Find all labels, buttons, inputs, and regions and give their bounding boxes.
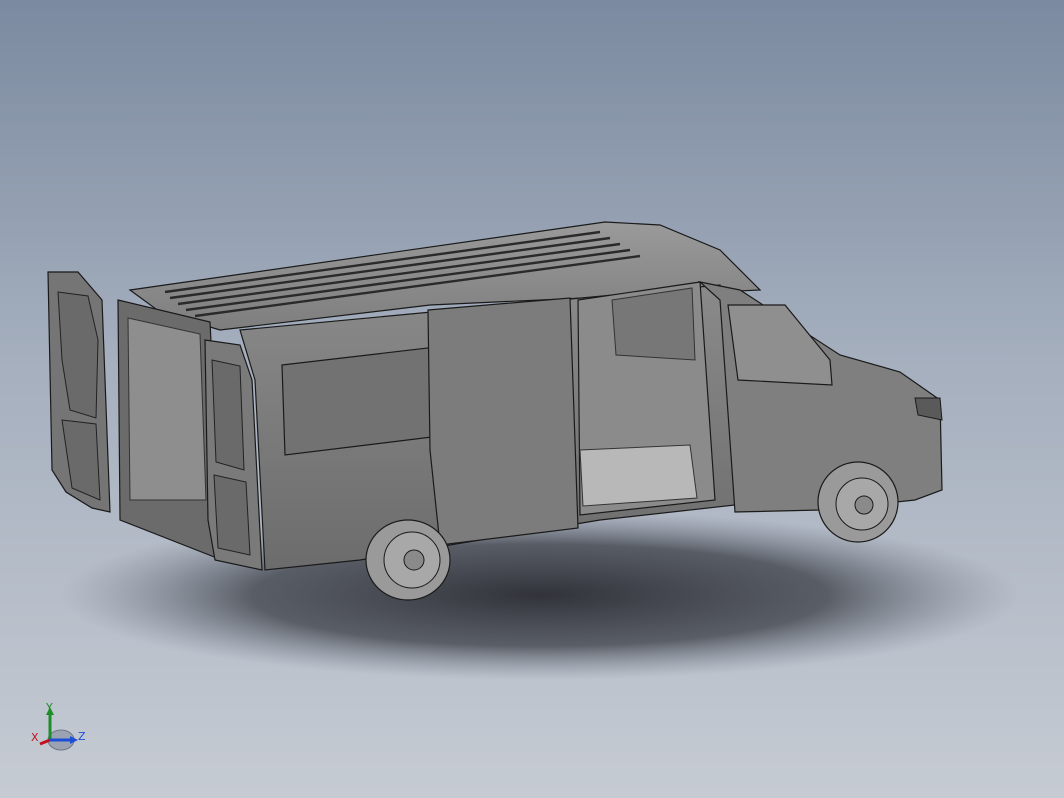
rear-wheel[interactable] xyxy=(365,519,451,601)
triad-axes-icon xyxy=(39,707,78,751)
van-body[interactable] xyxy=(117,221,943,571)
graphics-viewport[interactable]: X Y Z xyxy=(0,0,1064,798)
triad-y-label: Y xyxy=(46,701,53,714)
triad-z-label: Z xyxy=(78,730,86,743)
van-model[interactable] xyxy=(0,0,1064,798)
orientation-triad[interactable]: X Y Z xyxy=(28,700,92,756)
rear-door-left[interactable] xyxy=(47,271,111,513)
front-wheel[interactable] xyxy=(817,461,899,543)
triad-x-label: X xyxy=(31,731,39,744)
